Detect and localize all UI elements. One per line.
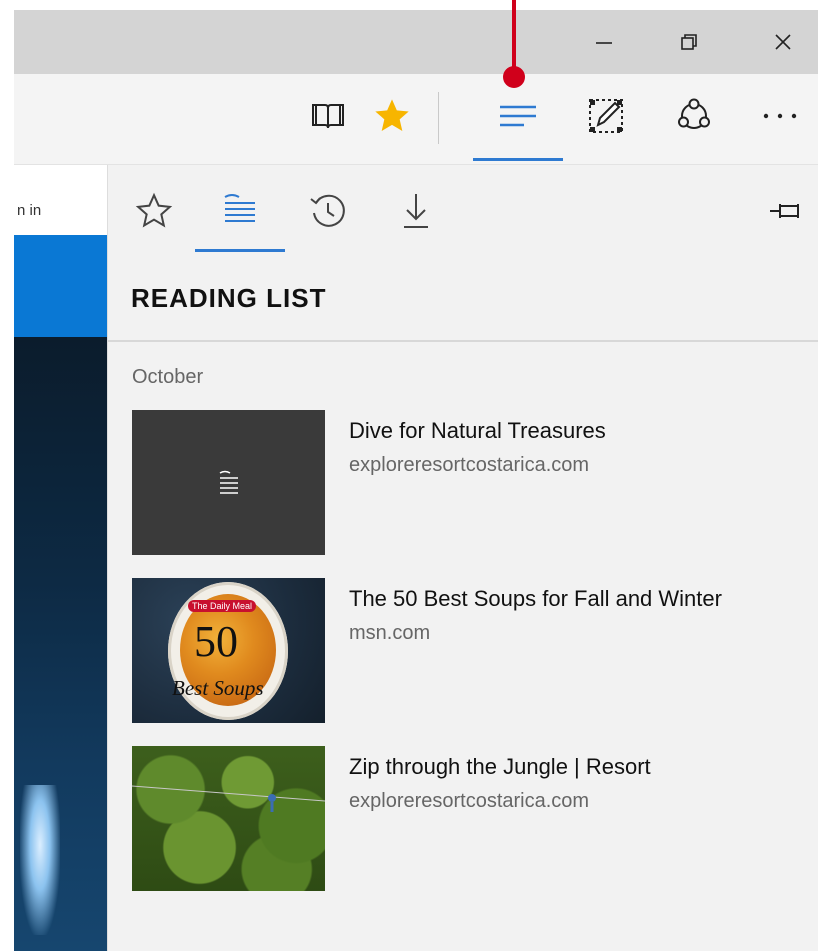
item-title: Zip through the Jungle | Resort: [349, 754, 651, 779]
pin-icon: [770, 204, 799, 218]
page-title: READING LIST: [131, 283, 327, 313]
favorite-star-icon: [375, 99, 409, 131]
thumb-number: 50: [194, 617, 238, 666]
reading-view-button[interactable]: [304, 92, 352, 140]
web-note-button[interactable]: [582, 92, 630, 140]
group-label: October: [132, 366, 204, 388]
web-page-content: n in: [14, 165, 107, 951]
item-title: Dive for Natural Treasures: [349, 418, 606, 443]
more-button[interactable]: [756, 92, 804, 140]
share-icon: [678, 98, 710, 129]
page-hero-glow: [20, 785, 60, 935]
hub-tabs: [108, 165, 818, 255]
thumb-badge: The Daily Meal: [188, 600, 257, 612]
tab-history[interactable]: [300, 185, 356, 237]
downloads-icon: [404, 194, 428, 228]
history-icon: [310, 194, 345, 227]
callout-dot: [503, 66, 525, 88]
hub-panel: READING LIST October Dive for Natural Tr…: [107, 165, 818, 951]
more-icon: [763, 113, 797, 119]
item-domain: exploreresortcostarica.com: [349, 790, 590, 812]
close-button[interactable]: [748, 10, 818, 74]
title-bar: [14, 10, 818, 74]
restore-icon: [681, 34, 697, 50]
browser-toolbar: [14, 74, 818, 165]
close-icon: [775, 34, 791, 50]
hub-button[interactable]: [494, 92, 542, 140]
sign-in-link[interactable]: n in: [17, 202, 41, 219]
zipline-icon: [132, 785, 325, 812]
minimize-icon: [596, 42, 612, 44]
tab-downloads[interactable]: [388, 185, 444, 237]
reading-list-icon: [224, 194, 255, 222]
share-button[interactable]: [670, 92, 718, 140]
thumbnail: The Daily Meal 50 Best Soups: [132, 578, 325, 723]
reading-list-item[interactable]: The Daily Meal 50 Best Soups The 50 Best…: [132, 578, 792, 723]
reading-list-item[interactable]: Dive for Natural Treasures exploreresort…: [132, 410, 792, 555]
reading-list-item[interactable]: Zip through the Jungle | Resort explorer…: [132, 746, 792, 891]
thumbnail: [132, 746, 325, 891]
toolbar-separator: [438, 92, 439, 144]
thumb-caption: Best Soups: [172, 676, 264, 700]
hub-icon: [500, 105, 536, 127]
restore-button[interactable]: [654, 10, 724, 74]
tab-reading-list[interactable]: [212, 185, 268, 237]
reading-list-active-indicator: [195, 249, 285, 252]
item-domain: exploreresortcostarica.com: [349, 454, 590, 476]
hub-active-indicator: [473, 158, 563, 161]
web-note-icon: [589, 99, 623, 133]
item-title: The 50 Best Soups for Fall and Winter: [349, 586, 722, 611]
callout-line: [512, 0, 516, 72]
favorites-icon: [135, 192, 173, 228]
tab-favorites[interactable]: [126, 185, 182, 237]
page-banner: [14, 235, 107, 337]
pin-button[interactable]: [765, 193, 805, 229]
thumbnail: [132, 410, 325, 555]
item-domain: msn.com: [349, 622, 431, 644]
favorite-button[interactable]: [368, 92, 416, 140]
minimize-button[interactable]: [569, 10, 639, 74]
reading-view-icon: [312, 104, 344, 129]
hub-divider: [108, 340, 818, 342]
reading-list-placeholder-icon: [219, 470, 238, 494]
